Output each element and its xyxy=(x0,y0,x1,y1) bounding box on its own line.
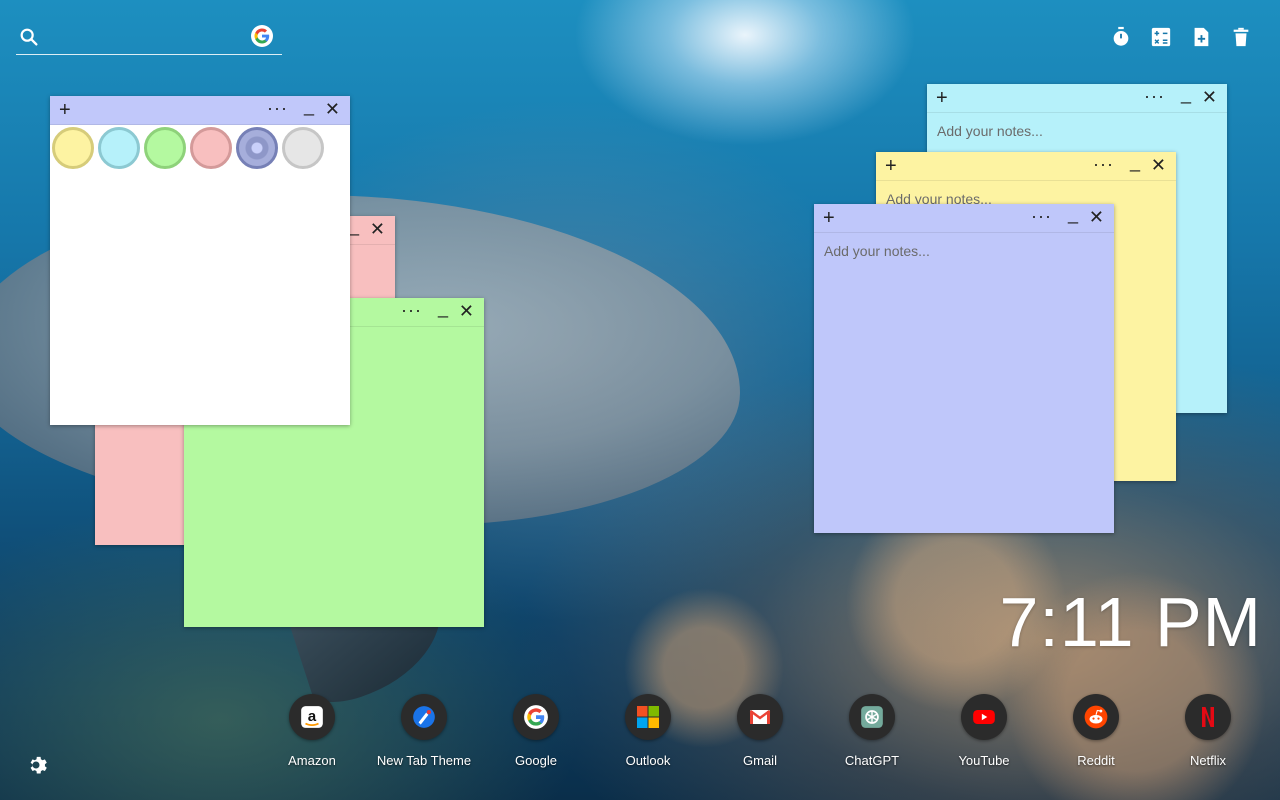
note-menu-button[interactable]: ··· xyxy=(1093,152,1114,176)
minimize-note-button[interactable]: _ xyxy=(349,214,359,238)
netflix-icon xyxy=(1185,694,1231,740)
note-menu-button[interactable]: ··· xyxy=(1031,204,1052,228)
gmail-icon xyxy=(737,694,783,740)
shortcut-label: Netflix xyxy=(1189,753,1227,768)
sticky-note: + ··· _ ✕ xyxy=(814,204,1114,533)
note-menu-button[interactable]: ··· xyxy=(267,96,288,120)
search-bar xyxy=(16,20,282,55)
search-input[interactable] xyxy=(50,24,254,52)
color-swatch-cyan[interactable] xyxy=(98,127,140,169)
trash-icon[interactable] xyxy=(1228,24,1254,50)
close-note-button[interactable]: ✕ xyxy=(1089,205,1104,229)
sticky-note: + ··· _ ✕ xyxy=(50,96,350,425)
reddit-icon xyxy=(1073,694,1119,740)
minimize-note-button[interactable]: _ xyxy=(1130,150,1140,174)
add-note-button[interactable]: + xyxy=(885,154,897,178)
close-note-button[interactable]: ✕ xyxy=(459,299,474,323)
add-note-button[interactable]: + xyxy=(936,86,948,110)
add-note-button[interactable]: + xyxy=(59,98,71,122)
shortcut-new-tab-theme[interactable]: New Tab Theme xyxy=(368,694,480,768)
shortcut-label: Outlook xyxy=(625,753,671,768)
shortcut-google[interactable]: Google xyxy=(480,694,592,768)
shortcut-netflix[interactable]: Netflix xyxy=(1152,694,1264,768)
amazon-icon: a xyxy=(289,694,335,740)
shortcut-label: ChatGPT xyxy=(844,753,900,768)
shortcut-outlook[interactable]: Outlook xyxy=(592,694,704,768)
shortcut-gmail[interactable]: Gmail xyxy=(704,694,816,768)
note-header: + ··· _ ✕ xyxy=(927,84,1227,113)
google-search-engine-icon[interactable] xyxy=(251,25,273,47)
note-header: + ··· _ ✕ xyxy=(876,152,1176,181)
gear-icon[interactable] xyxy=(24,753,48,777)
note-menu-button[interactable]: ··· xyxy=(401,298,422,322)
shortcut-label: Gmail xyxy=(743,753,777,768)
note-header: + ··· _ ✕ xyxy=(50,96,350,125)
shortcut-label: New Tab Theme xyxy=(376,753,472,768)
top-toolbar xyxy=(1108,24,1254,50)
shortcut-label: Reddit xyxy=(1077,753,1115,768)
shortcut-amazon[interactable]: a Amazon xyxy=(256,694,368,768)
close-note-button[interactable]: ✕ xyxy=(1202,85,1217,109)
close-note-button[interactable]: ✕ xyxy=(325,97,340,121)
shortcut-dock: a Amazon New Tab Theme Google Outlook Gm… xyxy=(256,694,1264,774)
close-note-button[interactable]: ✕ xyxy=(1151,153,1166,177)
minimize-note-button[interactable]: _ xyxy=(1068,202,1078,226)
new-tab-theme-icon xyxy=(401,694,447,740)
outlook-icon xyxy=(625,694,671,740)
minimize-note-button[interactable]: _ xyxy=(1181,82,1191,106)
shortcut-reddit[interactable]: Reddit xyxy=(1040,694,1152,768)
note-header: + ··· _ ✕ xyxy=(814,204,1114,233)
calculator-icon[interactable] xyxy=(1148,24,1174,50)
clock: 7:11 PM xyxy=(999,583,1262,661)
shortcut-label: Amazon xyxy=(288,753,336,768)
color-swatch-green[interactable] xyxy=(144,127,186,169)
timer-icon[interactable] xyxy=(1108,24,1134,50)
svg-text:a: a xyxy=(308,708,317,725)
color-swatch-yellow[interactable] xyxy=(52,127,94,169)
shortcut-label: Google xyxy=(515,753,557,768)
color-swatch-gray[interactable] xyxy=(282,127,324,169)
note-text-area[interactable] xyxy=(814,233,1114,533)
shortcut-label: YouTube xyxy=(958,753,1010,768)
color-picker xyxy=(50,125,350,169)
color-swatch-pink[interactable] xyxy=(190,127,232,169)
search-icon[interactable] xyxy=(18,26,40,48)
note-menu-button[interactable]: ··· xyxy=(1144,84,1165,108)
close-note-button[interactable]: ✕ xyxy=(370,217,385,241)
chatgpt-icon xyxy=(849,694,895,740)
shortcut-youtube[interactable]: YouTube xyxy=(928,694,1040,768)
minimize-note-button[interactable]: _ xyxy=(438,296,448,320)
youtube-icon xyxy=(961,694,1007,740)
color-swatch-lavender-selected[interactable] xyxy=(236,127,278,169)
google-icon xyxy=(513,694,559,740)
add-note-button[interactable]: + xyxy=(823,206,835,230)
shortcut-chatgpt[interactable]: ChatGPT xyxy=(816,694,928,768)
new-note-icon[interactable] xyxy=(1188,24,1214,50)
minimize-note-button[interactable]: _ xyxy=(304,94,314,118)
